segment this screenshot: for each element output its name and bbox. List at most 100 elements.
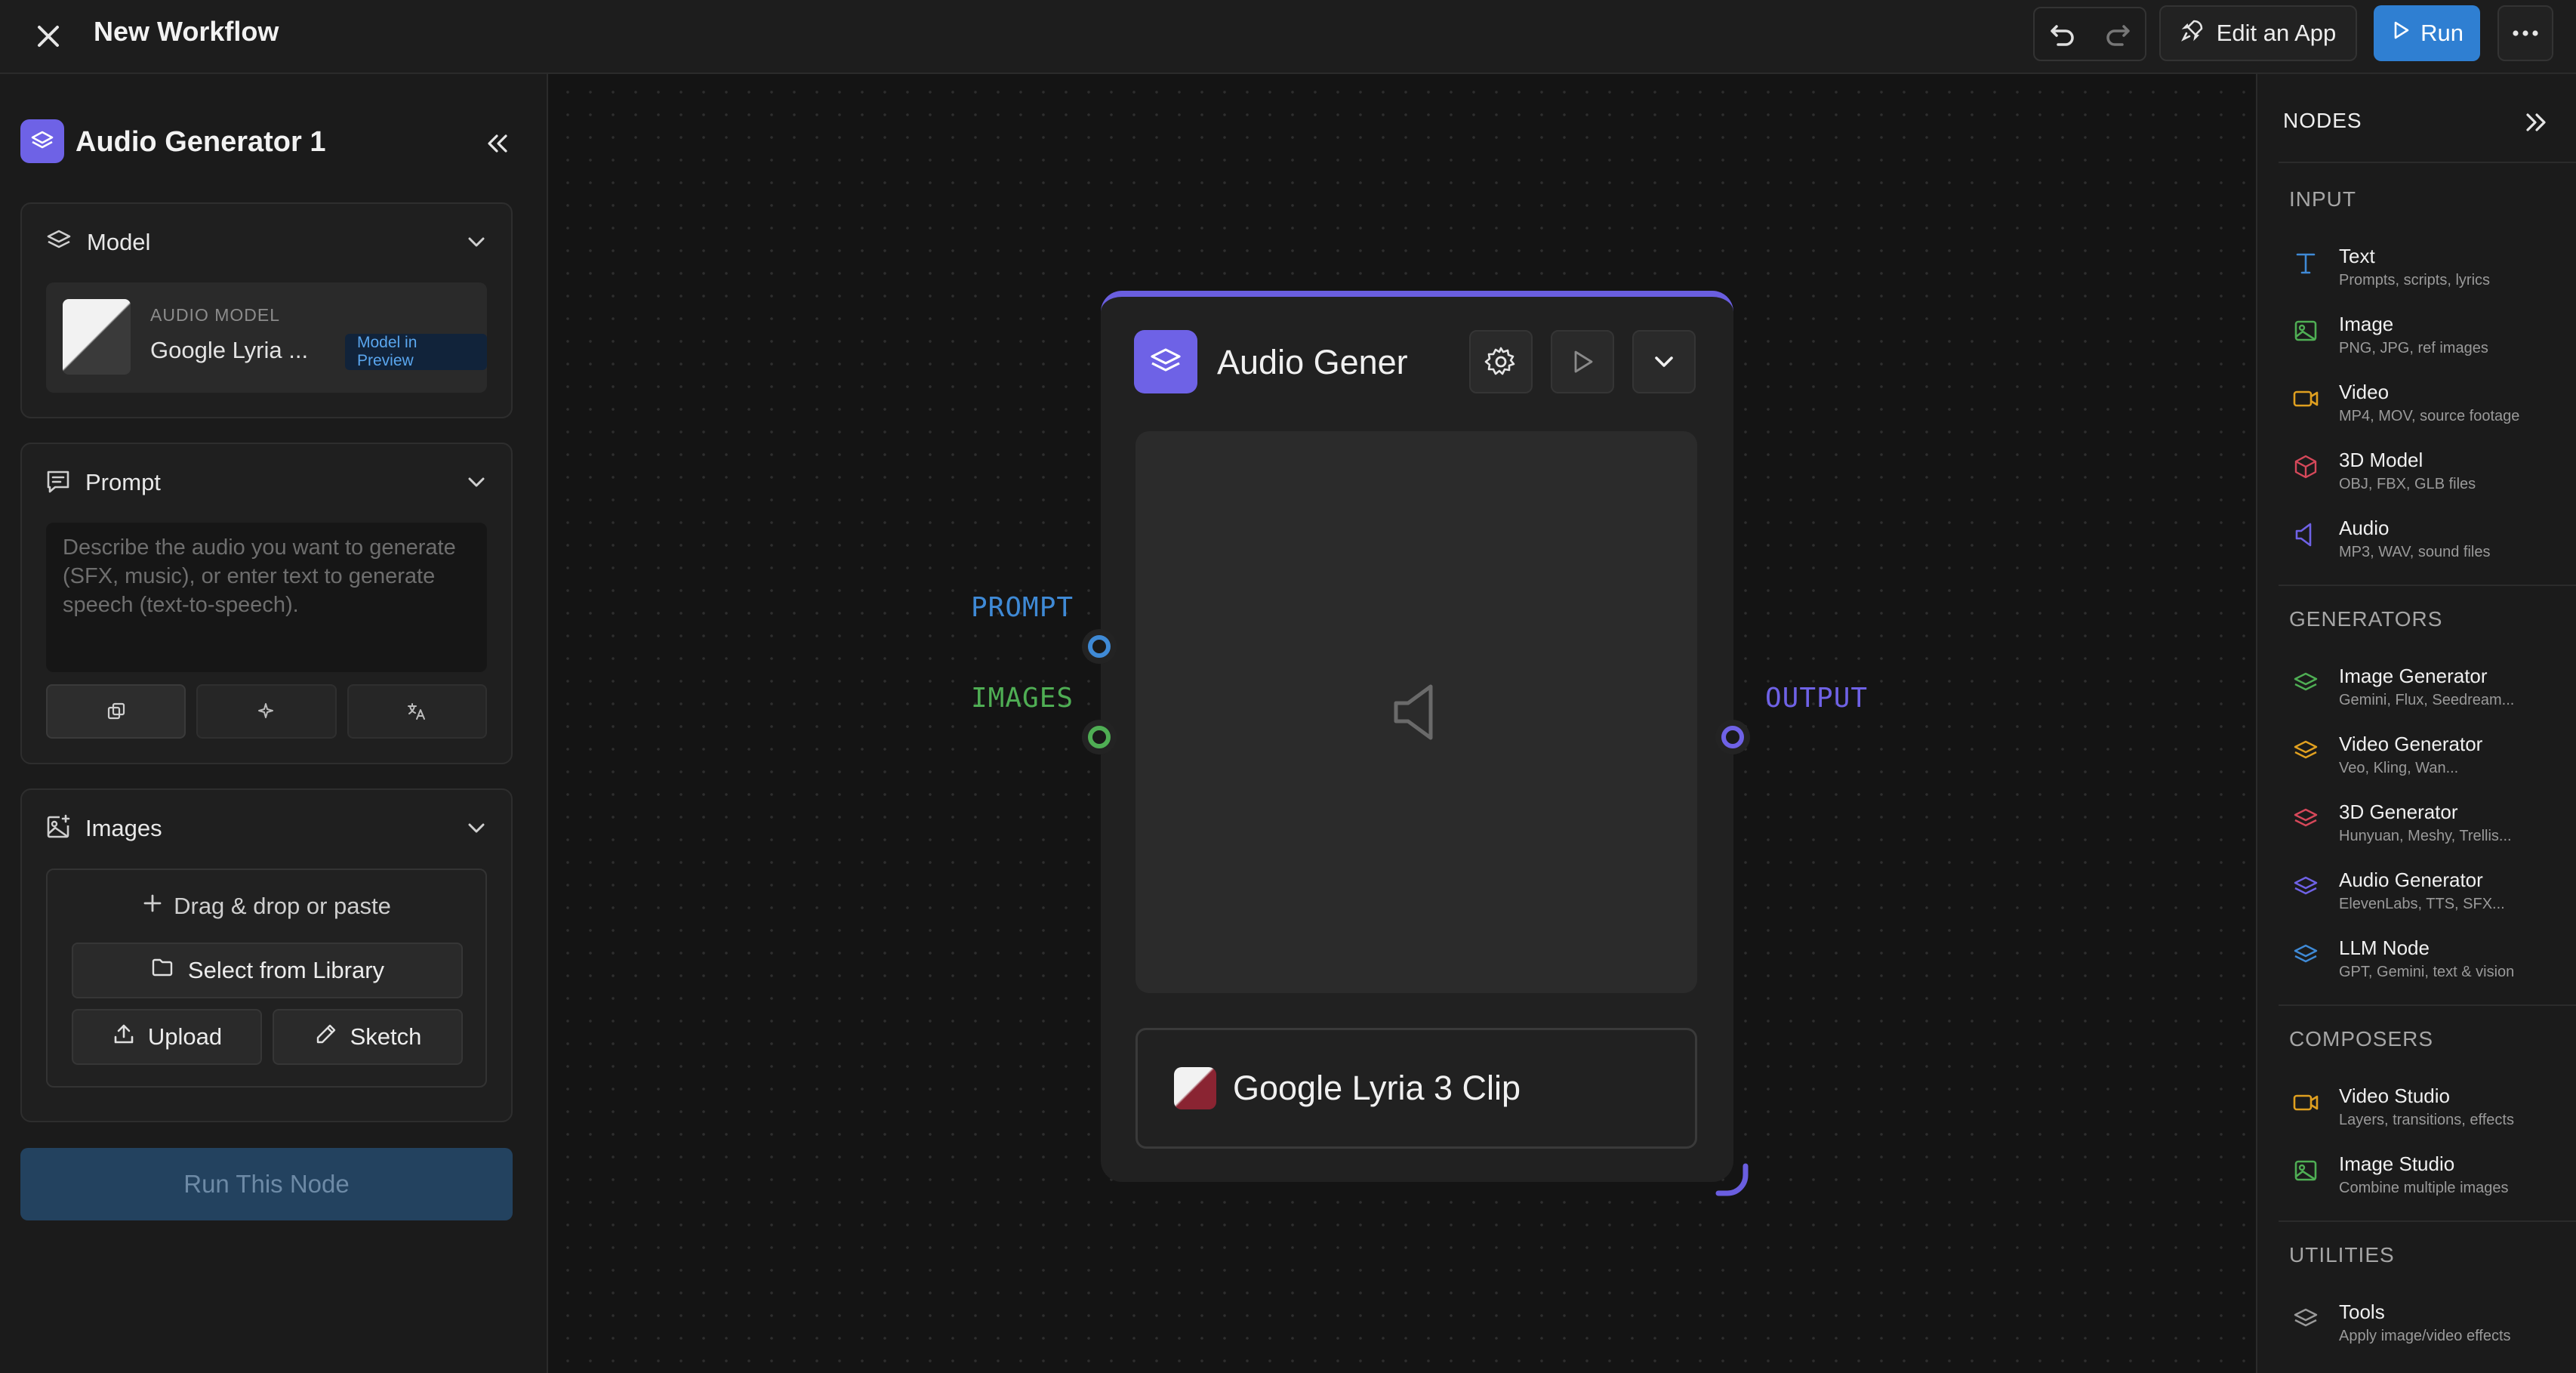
- text-icon: [2291, 248, 2321, 278]
- output-port[interactable]: [1715, 720, 1750, 754]
- model-name: Google Lyria ...: [150, 337, 309, 363]
- model-preview-badge: Model in Preview: [345, 334, 487, 370]
- run-button[interactable]: Run: [2374, 5, 2480, 61]
- node-item-image-studio[interactable]: Image Studio Combine multiple images: [2291, 1152, 2562, 1207]
- node-item-3d-generator[interactable]: 3D Generator Hunyuan, Meshy, Trellis...: [2291, 801, 2562, 855]
- select-from-library-button[interactable]: Select from Library: [72, 943, 463, 998]
- layers-icon: [2291, 872, 2321, 902]
- undo-icon[interactable]: [2035, 8, 2090, 60]
- node-item-desc: GPT, Gemini, text & vision: [2339, 964, 2515, 980]
- upload-button[interactable]: Upload: [72, 1009, 262, 1065]
- folder-icon: [150, 955, 174, 986]
- node-item-text[interactable]: Text Prompts, scripts, lyrics: [2291, 245, 2562, 299]
- rocket-icon: [2180, 18, 2205, 48]
- images-input-port[interactable]: [1082, 720, 1117, 754]
- node-item-name: Text: [2339, 245, 2375, 267]
- node-expand-button[interactable]: [1632, 330, 1696, 393]
- node-item-desc: Hunyuan, Meshy, Trellis...: [2339, 828, 2512, 844]
- prompt-input[interactable]: [46, 523, 487, 672]
- node-item-audio[interactable]: Audio MP3, WAV, sound files: [2291, 517, 2562, 571]
- model-selector[interactable]: AUDIO MODEL Google Lyria ... Model in Pr…: [46, 282, 487, 393]
- speaker-icon: [2291, 520, 2321, 550]
- more-options-button[interactable]: [2497, 5, 2553, 61]
- nodes-panel-title: NODES: [2283, 109, 2362, 132]
- copy-icon: [107, 702, 125, 720]
- node-model-name: Google Lyria 3 Clip: [1233, 1069, 1521, 1107]
- chevron-down-icon: [1655, 356, 1673, 367]
- node-item-audio-generator[interactable]: Audio Generator ElevenLabs, TTS, SFX...: [2291, 869, 2562, 923]
- edit-app-button[interactable]: Edit an App: [2159, 5, 2357, 61]
- run-this-node-button[interactable]: Run This Node: [20, 1148, 513, 1220]
- node-item-3d-model[interactable]: 3D Model OBJ, FBX, GLB files: [2291, 449, 2562, 503]
- output-port-label: OUTPUT: [1765, 683, 1869, 714]
- copy-prompt-button[interactable]: [46, 684, 186, 739]
- collapse-panel-icon[interactable]: [476, 122, 518, 165]
- prompt-section-label: Prompt: [85, 469, 161, 495]
- node-item-desc: Gemini, Flux, Seedream...: [2339, 692, 2515, 708]
- node-item-name: LLM Node: [2339, 936, 2430, 959]
- node-settings-panel: Audio Generator 1 Model AUDIO MODEL Goog…: [0, 74, 548, 1373]
- node-item-image[interactable]: Image PNG, JPG, ref images: [2291, 313, 2562, 367]
- close-icon[interactable]: [27, 15, 69, 57]
- node-settings-button[interactable]: [1469, 330, 1533, 393]
- node-item-desc: Layers, transitions, effects: [2339, 1112, 2514, 1128]
- audio-preview: [1135, 431, 1697, 993]
- dropzone-hint: Drag & drop or paste: [48, 893, 485, 920]
- upload-label: Upload: [147, 1023, 223, 1050]
- workflow-canvas[interactable]: PROMPT IMAGES OUTPUT Audio Gener Google …: [550, 74, 2256, 1373]
- node-item-video-studio[interactable]: Video Studio Layers, transitions, effect…: [2291, 1085, 2562, 1139]
- audio-generator-node[interactable]: Audio Gener Google Lyria 3 Clip: [1101, 291, 1733, 1182]
- image-icon: [2291, 316, 2321, 346]
- model-section-label: Model: [87, 229, 151, 255]
- node-resize-handle[interactable]: [1714, 1162, 1750, 1198]
- edit-app-label: Edit an App: [2216, 20, 2337, 46]
- enhance-prompt-button[interactable]: [196, 684, 337, 739]
- sketch-button[interactable]: Sketch: [273, 1009, 463, 1065]
- node-item-desc: Veo, Kling, Wan...: [2339, 760, 2459, 776]
- play-icon: [1574, 350, 1593, 373]
- image-dropzone[interactable]: Drag & drop or paste Select from Library…: [46, 869, 487, 1088]
- node-item-desc: Prompts, scripts, lyrics: [2339, 272, 2491, 288]
- model-thumbnail: [1174, 1067, 1216, 1109]
- node-item-tools[interactable]: Tools Apply image/video effects: [2291, 1300, 2562, 1355]
- node-model-selector[interactable]: Google Lyria 3 Clip: [1135, 1028, 1697, 1149]
- model-caption: AUDIO MODEL: [150, 305, 281, 325]
- model-section-header[interactable]: Model: [22, 204, 511, 281]
- node-item-image-generator[interactable]: Image Generator Gemini, Flux, Seedream..…: [2291, 665, 2562, 719]
- expand-panel-icon[interactable]: [2516, 101, 2558, 143]
- prompt-section-header[interactable]: Prompt: [22, 444, 511, 521]
- node-item-desc: ElevenLabs, TTS, SFX...: [2339, 896, 2505, 912]
- node-item-name: Audio: [2339, 517, 2390, 539]
- model-card: Model AUDIO MODEL Google Lyria ... Model…: [20, 202, 513, 418]
- divider: [2279, 585, 2576, 586]
- gear-icon: [1484, 347, 1515, 375]
- undo-redo-group: [2033, 7, 2146, 61]
- prompt-input-port[interactable]: [1082, 629, 1117, 664]
- node-item-video[interactable]: Video MP4, MOV, source footage: [2291, 381, 2562, 435]
- chevron-down-icon: [464, 230, 488, 258]
- upload-icon: [112, 1022, 136, 1052]
- layers-icon: [45, 227, 73, 259]
- translate-icon: [408, 703, 426, 720]
- node-item-name: Image Generator: [2339, 665, 2488, 687]
- node-item-video-generator[interactable]: Video Generator Veo, Kling, Wan...: [2291, 733, 2562, 787]
- message-icon: [45, 467, 72, 498]
- prompt-toolbar: [46, 684, 487, 739]
- redo-icon[interactable]: [2090, 8, 2145, 60]
- section-title-input: INPUT: [2289, 187, 2356, 211]
- node-play-button[interactable]: [1551, 330, 1614, 393]
- layers-icon: [2291, 736, 2321, 766]
- translate-prompt-button[interactable]: [347, 684, 487, 739]
- node-item-name: Image: [2339, 313, 2394, 335]
- images-section-header[interactable]: Images: [22, 790, 511, 867]
- node-item-name: 3D Model: [2339, 449, 2423, 471]
- node-item-llm-node[interactable]: LLM Node GPT, Gemini, text & vision: [2291, 936, 2562, 991]
- play-icon: [2390, 20, 2411, 47]
- divider: [2279, 162, 2576, 163]
- layers-icon: [2291, 940, 2321, 970]
- prompt-card: Prompt: [20, 443, 513, 764]
- section-title-composers: COMPOSERS: [2289, 1027, 2434, 1051]
- sparkle-icon: [257, 703, 273, 718]
- images-section-label: Images: [85, 815, 162, 841]
- video-icon: [2291, 1088, 2321, 1118]
